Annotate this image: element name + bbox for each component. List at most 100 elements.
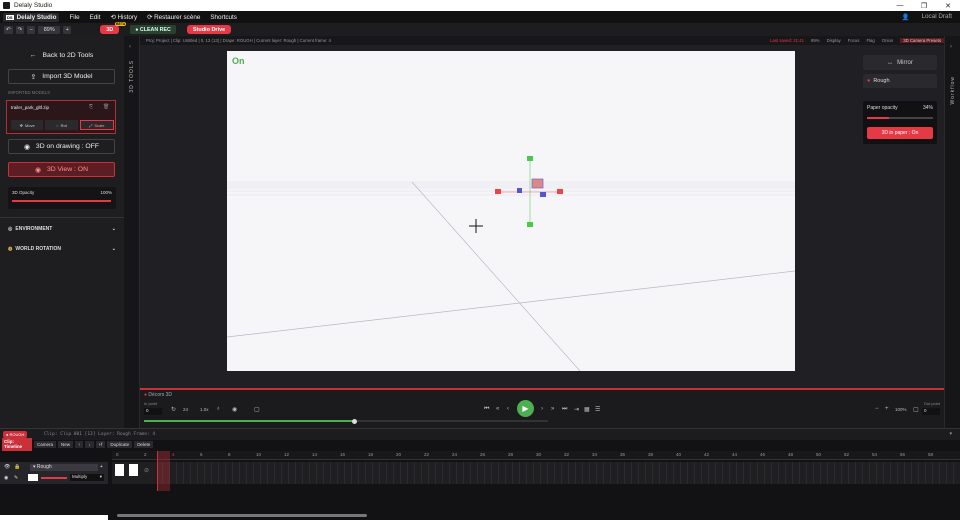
frame-cell[interactable]: [752, 462, 758, 484]
frame-cell[interactable]: [773, 462, 779, 484]
frame-cell[interactable]: [262, 462, 268, 484]
frame-cell[interactable]: [899, 462, 905, 484]
zoom-in-button[interactable]: +: [63, 25, 72, 34]
timeline-collapse-icon[interactable]: ▾: [949, 431, 952, 437]
frame-cell[interactable]: [521, 462, 527, 484]
zoom-out-icon[interactable]: −: [875, 406, 879, 412]
frame-cell[interactable]: [738, 462, 744, 484]
frame-cell[interactable]: [451, 462, 457, 484]
frame-cell[interactable]: [213, 462, 219, 484]
frame-cell[interactable]: [269, 462, 275, 484]
frame-cell[interactable]: [626, 462, 632, 484]
frame-cell[interactable]: [185, 462, 191, 484]
frame-cell[interactable]: [920, 462, 926, 484]
frame-cell[interactable]: [822, 462, 828, 484]
frame-cell[interactable]: [843, 462, 849, 484]
frame-cell[interactable]: [787, 462, 793, 484]
frame-cell[interactable]: [381, 462, 387, 484]
gizmo-z-handle[interactable]: [517, 188, 522, 193]
menu-history[interactable]: ⟲ History: [110, 14, 137, 21]
collapse-left-icon[interactable]: ‹: [129, 44, 131, 50]
frame-cell[interactable]: [563, 462, 569, 484]
layer-header[interactable]: 👁 🔒 ▾ Rough + ◉ ✎ Multiply ▾: [0, 462, 108, 484]
frame-cell[interactable]: [241, 462, 247, 484]
paper-opacity-track[interactable]: [867, 117, 933, 119]
list-icon[interactable]: ☰: [595, 406, 600, 413]
speed-select[interactable]: 1.0x: [200, 407, 209, 412]
frame-cell[interactable]: [878, 462, 884, 484]
display-menu[interactable]: Display: [827, 38, 841, 43]
frame-cell[interactable]: [353, 462, 359, 484]
frame-cell[interactable]: [857, 462, 863, 484]
blend-mode-select[interactable]: Multiply ▾: [70, 474, 104, 481]
frame-cell[interactable]: [318, 462, 324, 484]
grid-icon[interactable]: ▦: [584, 406, 590, 413]
frame-cell[interactable]: [500, 462, 506, 484]
frame-cell[interactable]: [360, 462, 366, 484]
flag-toggle[interactable]: Flag: [866, 38, 874, 43]
add-icon[interactable]: +: [100, 464, 103, 470]
in-point-field[interactable]: 0: [144, 408, 162, 415]
frame-cell[interactable]: [346, 462, 352, 484]
fit-icon[interactable]: ▢: [913, 406, 919, 413]
menu-edit[interactable]: Edit: [90, 14, 101, 21]
frame-cell[interactable]: [332, 462, 338, 484]
collapse-right-icon[interactable]: ›: [950, 44, 952, 50]
layer-color-swatch[interactable]: [28, 474, 38, 481]
next-key-icon[interactable]: »: [551, 406, 554, 412]
layer-scrollbar[interactable]: [0, 515, 108, 520]
visibility-icon[interactable]: 👁: [4, 464, 10, 470]
3d-model[interactable]: [531, 178, 544, 189]
playhead[interactable]: [157, 451, 170, 491]
opacity-track[interactable]: [12, 200, 111, 202]
frame-cell[interactable]: [696, 462, 702, 484]
frame-cell[interactable]: [227, 462, 233, 484]
prev-frame-icon[interactable]: ‹: [507, 406, 509, 412]
frame-cell[interactable]: [430, 462, 436, 484]
frame-cell[interactable]: [297, 462, 303, 484]
first-frame-icon[interactable]: ⏮: [484, 406, 489, 413]
frame-cell[interactable]: [402, 462, 408, 484]
layer-select[interactable]: ● Rough: [863, 74, 937, 88]
frame-cell[interactable]: [234, 462, 240, 484]
frame-cell[interactable]: [647, 462, 653, 484]
keyframe[interactable]: [115, 464, 124, 476]
frame-cell[interactable]: [486, 462, 492, 484]
frame-cell[interactable]: [955, 462, 960, 484]
frame-cell[interactable]: [444, 462, 450, 484]
frame-cell[interactable]: [465, 462, 471, 484]
frame-cell[interactable]: [759, 462, 765, 484]
frame-cell[interactable]: [325, 462, 331, 484]
3d-mode-button[interactable]: 3D BETA: [100, 22, 127, 34]
frame-cell[interactable]: [409, 462, 415, 484]
frame-cell[interactable]: [717, 462, 723, 484]
layer-frames[interactable]: ⊘: [112, 462, 960, 484]
frame-cell[interactable]: [479, 462, 485, 484]
frame-cell[interactable]: [871, 462, 877, 484]
frame-cell[interactable]: [682, 462, 688, 484]
frame-cell[interactable]: [927, 462, 933, 484]
out-point-field[interactable]: 0: [922, 408, 940, 415]
new-layer-button[interactable]: New: [58, 441, 74, 448]
frame-cell[interactable]: [416, 462, 422, 484]
copy-icon[interactable]: ⎘: [89, 104, 93, 110]
frame-cell[interactable]: [619, 462, 625, 484]
loop-icon[interactable]: ↻: [171, 406, 176, 413]
menu-file[interactable]: File: [69, 14, 79, 21]
frame-cell[interactable]: [864, 462, 870, 484]
close-button[interactable]: ✕: [936, 2, 960, 10]
frame-cell[interactable]: [710, 462, 716, 484]
onion-toggle[interactable]: Onion: [882, 38, 893, 43]
frame-cell[interactable]: [675, 462, 681, 484]
frame-cell[interactable]: [668, 462, 674, 484]
zoom-out-button[interactable]: −: [27, 25, 36, 34]
pencil-icon[interactable]: ✎: [14, 475, 18, 481]
frame-cell[interactable]: [591, 462, 597, 484]
frame-cell[interactable]: [570, 462, 576, 484]
frame-cell[interactable]: [206, 462, 212, 484]
studio-drive-button[interactable]: Studio Drive: [186, 25, 232, 34]
frame-cell[interactable]: [556, 462, 562, 484]
frame-cell[interactable]: [339, 462, 345, 484]
lock-icon[interactable]: 🔒: [14, 464, 20, 470]
frame-cell[interactable]: [794, 462, 800, 484]
